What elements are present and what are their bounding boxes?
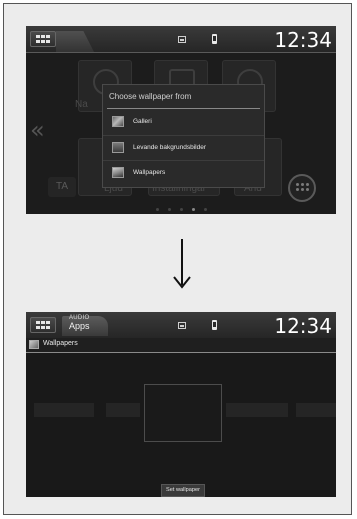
apps-label: Apps bbox=[69, 321, 90, 331]
photo-icon bbox=[178, 322, 186, 329]
gallery-icon bbox=[112, 116, 124, 127]
home-menu-button[interactable] bbox=[30, 31, 56, 47]
source-tab[interactable] bbox=[56, 31, 94, 52]
clock: 12:34 bbox=[274, 314, 332, 338]
grid-icon bbox=[36, 35, 50, 44]
status-bar: 12:34 bbox=[26, 26, 336, 53]
option-live-wallpapers[interactable]: Levande bakgrundsbilder bbox=[103, 135, 264, 160]
wallpaper-thumbnail[interactable] bbox=[296, 403, 336, 417]
wallpapers-screen: AUDIO Apps 12:34 Wallpapers Set wallpape… bbox=[26, 312, 336, 497]
apps-round-button[interactable] bbox=[288, 174, 316, 202]
option-label: Galleri bbox=[133, 118, 152, 125]
option-galleri[interactable]: Galleri bbox=[103, 110, 264, 134]
phone-icon bbox=[212, 320, 217, 330]
wallpaper-thumbnail[interactable] bbox=[226, 403, 288, 417]
selected-wallpaper-frame[interactable] bbox=[144, 384, 222, 442]
home-menu-button[interactable] bbox=[30, 317, 56, 333]
wallpapers-icon bbox=[29, 340, 39, 349]
live-wallpaper-icon bbox=[112, 142, 124, 153]
wallpaper-thumbnail[interactable] bbox=[106, 403, 140, 417]
choose-wallpaper-dialog: Choose wallpaper from Galleri Levande ba… bbox=[102, 84, 265, 188]
down-arrow-icon bbox=[173, 239, 191, 289]
ta-button[interactable]: TA bbox=[48, 177, 76, 197]
wallpapers-title-bar: Wallpapers bbox=[26, 338, 336, 353]
apps-grid-icon bbox=[296, 183, 309, 193]
page-indicator bbox=[156, 208, 216, 212]
clock: 12:34 bbox=[274, 28, 332, 52]
photo-icon bbox=[178, 36, 186, 43]
dialog-divider bbox=[107, 108, 260, 109]
page-title: Wallpapers bbox=[43, 340, 78, 347]
wallpapers-icon bbox=[112, 167, 124, 178]
dialog-title: Choose wallpaper from bbox=[109, 92, 192, 101]
home-screen-with-dialog: 12:34 Na Ljud Inställningar And « TA Cho… bbox=[26, 26, 336, 214]
phone-icon bbox=[212, 34, 217, 44]
option-label: Levande bakgrundsbilder bbox=[133, 144, 206, 151]
chevron-left-icon[interactable]: « bbox=[30, 116, 45, 144]
navigation-tile-label: Na bbox=[75, 99, 88, 110]
option-wallpapers[interactable]: Wallpapers bbox=[103, 160, 264, 185]
wallpaper-thumbnail[interactable] bbox=[34, 403, 94, 417]
set-wallpaper-button[interactable]: Set wallpaper bbox=[161, 484, 205, 497]
grid-icon bbox=[36, 321, 50, 330]
status-bar: AUDIO Apps 12:34 bbox=[26, 312, 336, 339]
option-label: Wallpapers bbox=[133, 169, 166, 176]
